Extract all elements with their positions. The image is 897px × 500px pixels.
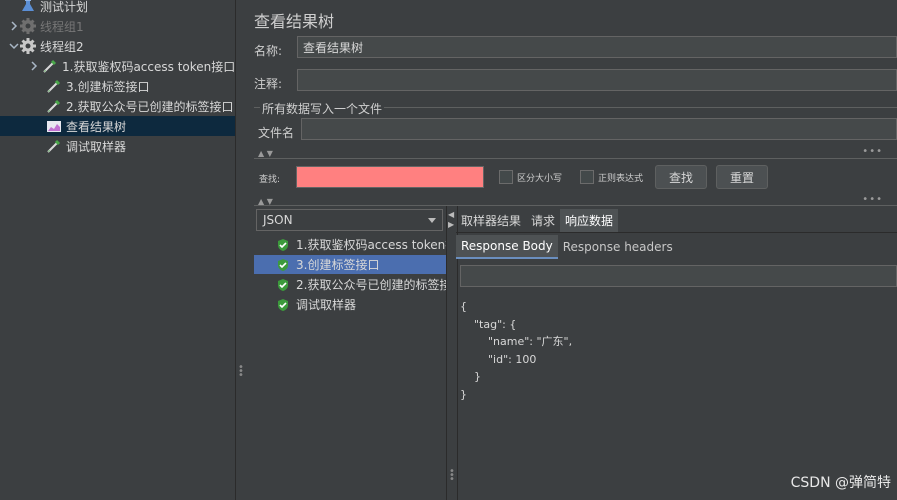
find-button[interactable]: 查找 <box>655 165 707 189</box>
result-item-label: 2.获取公众号已创建的标签接口 <box>296 278 446 292</box>
splitter-grip-icon: • • • <box>238 362 244 381</box>
tree-item-label: 测试计划 <box>40 0 89 14</box>
tree-item-test-plan[interactable]: 测试计划 <box>0 0 235 16</box>
filename-label: 文件名 <box>258 126 295 140</box>
search-input[interactable] <box>296 166 484 188</box>
watermark: CSDN @弹简特 <box>790 475 891 491</box>
file-group-title: 所有数据写入一个文件 <box>260 100 385 117</box>
result-item-label: 调试取样器 <box>296 298 357 312</box>
tree-item-label: 线程组1 <box>40 19 84 34</box>
tab-response-body[interactable]: Response Body <box>456 235 558 259</box>
divider <box>254 158 897 159</box>
tree-item-debug-sampler[interactable]: 调试取样器 <box>0 136 235 156</box>
renderer-select[interactable]: JSON <box>256 209 443 231</box>
tree-item-label: 线程组2 <box>40 39 84 54</box>
response-subtabs: Response Body Response headers <box>456 235 678 259</box>
test-plan-flask-icon <box>20 0 36 14</box>
gear-icon <box>20 18 36 34</box>
filename-field[interactable] <box>301 118 897 140</box>
case-sensitive-checkbox[interactable] <box>499 170 513 184</box>
tree-item-label: 3.创建标签接口 <box>66 79 150 94</box>
more-dots-icon: ••• <box>862 146 883 157</box>
name-label: 名称: <box>254 44 283 58</box>
success-shield-icon <box>276 258 290 272</box>
response-body-text: { "tag": { "name": "广东", "id": 100 } } <box>460 300 573 401</box>
splitter-arrows-icon[interactable]: ◀ ▶ <box>448 210 454 230</box>
result-tabs: 取样器结果 请求 响应数据 <box>456 209 619 232</box>
test-plan-tree: 测试计划 线程组1 线程组2 1.获取鉴权码access token接口 3.创… <box>0 0 235 500</box>
tab-response-data[interactable]: 响应数据 <box>560 209 619 232</box>
result-item[interactable]: 3.创建标签接口 <box>254 255 446 274</box>
tree-item-sampler-3[interactable]: 3.创建标签接口 <box>0 76 235 96</box>
page-title: 查看结果树 <box>254 12 335 31</box>
response-search-field[interactable] <box>460 265 897 287</box>
collapse-arrows-icon[interactable]: ▲ ▼ <box>258 149 273 158</box>
regex-checkbox[interactable] <box>580 170 594 184</box>
tree-item-sampler-1[interactable]: 1.获取鉴权码access token接口 <box>0 56 235 76</box>
tree-item-view-results-tree[interactable]: 查看结果树 <box>0 116 235 136</box>
tree-splitter[interactable]: • • • <box>235 0 246 500</box>
success-shield-icon <box>276 298 290 312</box>
chevron-right-icon[interactable] <box>8 20 20 32</box>
success-shield-icon <box>276 238 290 252</box>
tree-item-label: 2.获取公众号已创建的标签接口 <box>66 99 234 114</box>
result-item[interactable]: 1.获取鉴权码access token接口 <box>254 235 446 254</box>
result-item-label: 1.获取鉴权码access token接口 <box>296 238 446 252</box>
sampler-pipette-icon <box>46 138 62 154</box>
tab-response-headers[interactable]: Response headers <box>558 235 678 259</box>
tree-item-label: 查看结果树 <box>66 119 127 134</box>
sampler-pipette-icon <box>42 58 58 74</box>
result-item[interactable]: 2.获取公众号已创建的标签接口 <box>254 275 446 294</box>
name-field[interactable] <box>297 36 897 58</box>
chevron-right-icon[interactable] <box>30 60 38 72</box>
comment-label: 注释: <box>254 77 283 91</box>
search-label: 查找: <box>259 175 281 185</box>
more-dots-icon: ••• <box>862 194 883 205</box>
splitter-grip-icon: • • • <box>449 466 455 485</box>
tree-item-thread-group-2[interactable]: 线程组2 <box>0 36 235 56</box>
divider <box>456 232 897 233</box>
tab-sampler-result[interactable]: 取样器结果 <box>456 209 526 232</box>
sampler-pipette-icon <box>46 98 62 114</box>
tree-item-sampler-2[interactable]: 2.获取公众号已创建的标签接口 <box>0 96 235 116</box>
reset-button[interactable]: 重置 <box>716 165 768 189</box>
result-item[interactable]: 调试取样器 <box>254 295 446 314</box>
listener-chart-icon <box>46 118 62 134</box>
gear-icon <box>20 38 36 54</box>
renderer-select-value: JSON <box>263 213 293 227</box>
case-sensitive-label: 区分大小写 <box>517 174 563 184</box>
success-shield-icon <box>276 278 290 292</box>
chevron-down-icon <box>428 218 436 223</box>
tree-item-thread-group-1[interactable]: 线程组1 <box>0 16 235 36</box>
comment-field[interactable] <box>297 69 897 91</box>
sampler-pipette-icon <box>46 78 62 94</box>
chevron-down-icon[interactable] <box>8 40 20 52</box>
tab-request[interactable]: 请求 <box>526 209 560 232</box>
regex-label: 正则表达式 <box>598 174 644 184</box>
tree-item-label: 1.获取鉴权码access token接口 <box>62 59 236 74</box>
result-item-label: 3.创建标签接口 <box>296 258 380 272</box>
tree-item-label: 调试取样器 <box>66 139 127 154</box>
